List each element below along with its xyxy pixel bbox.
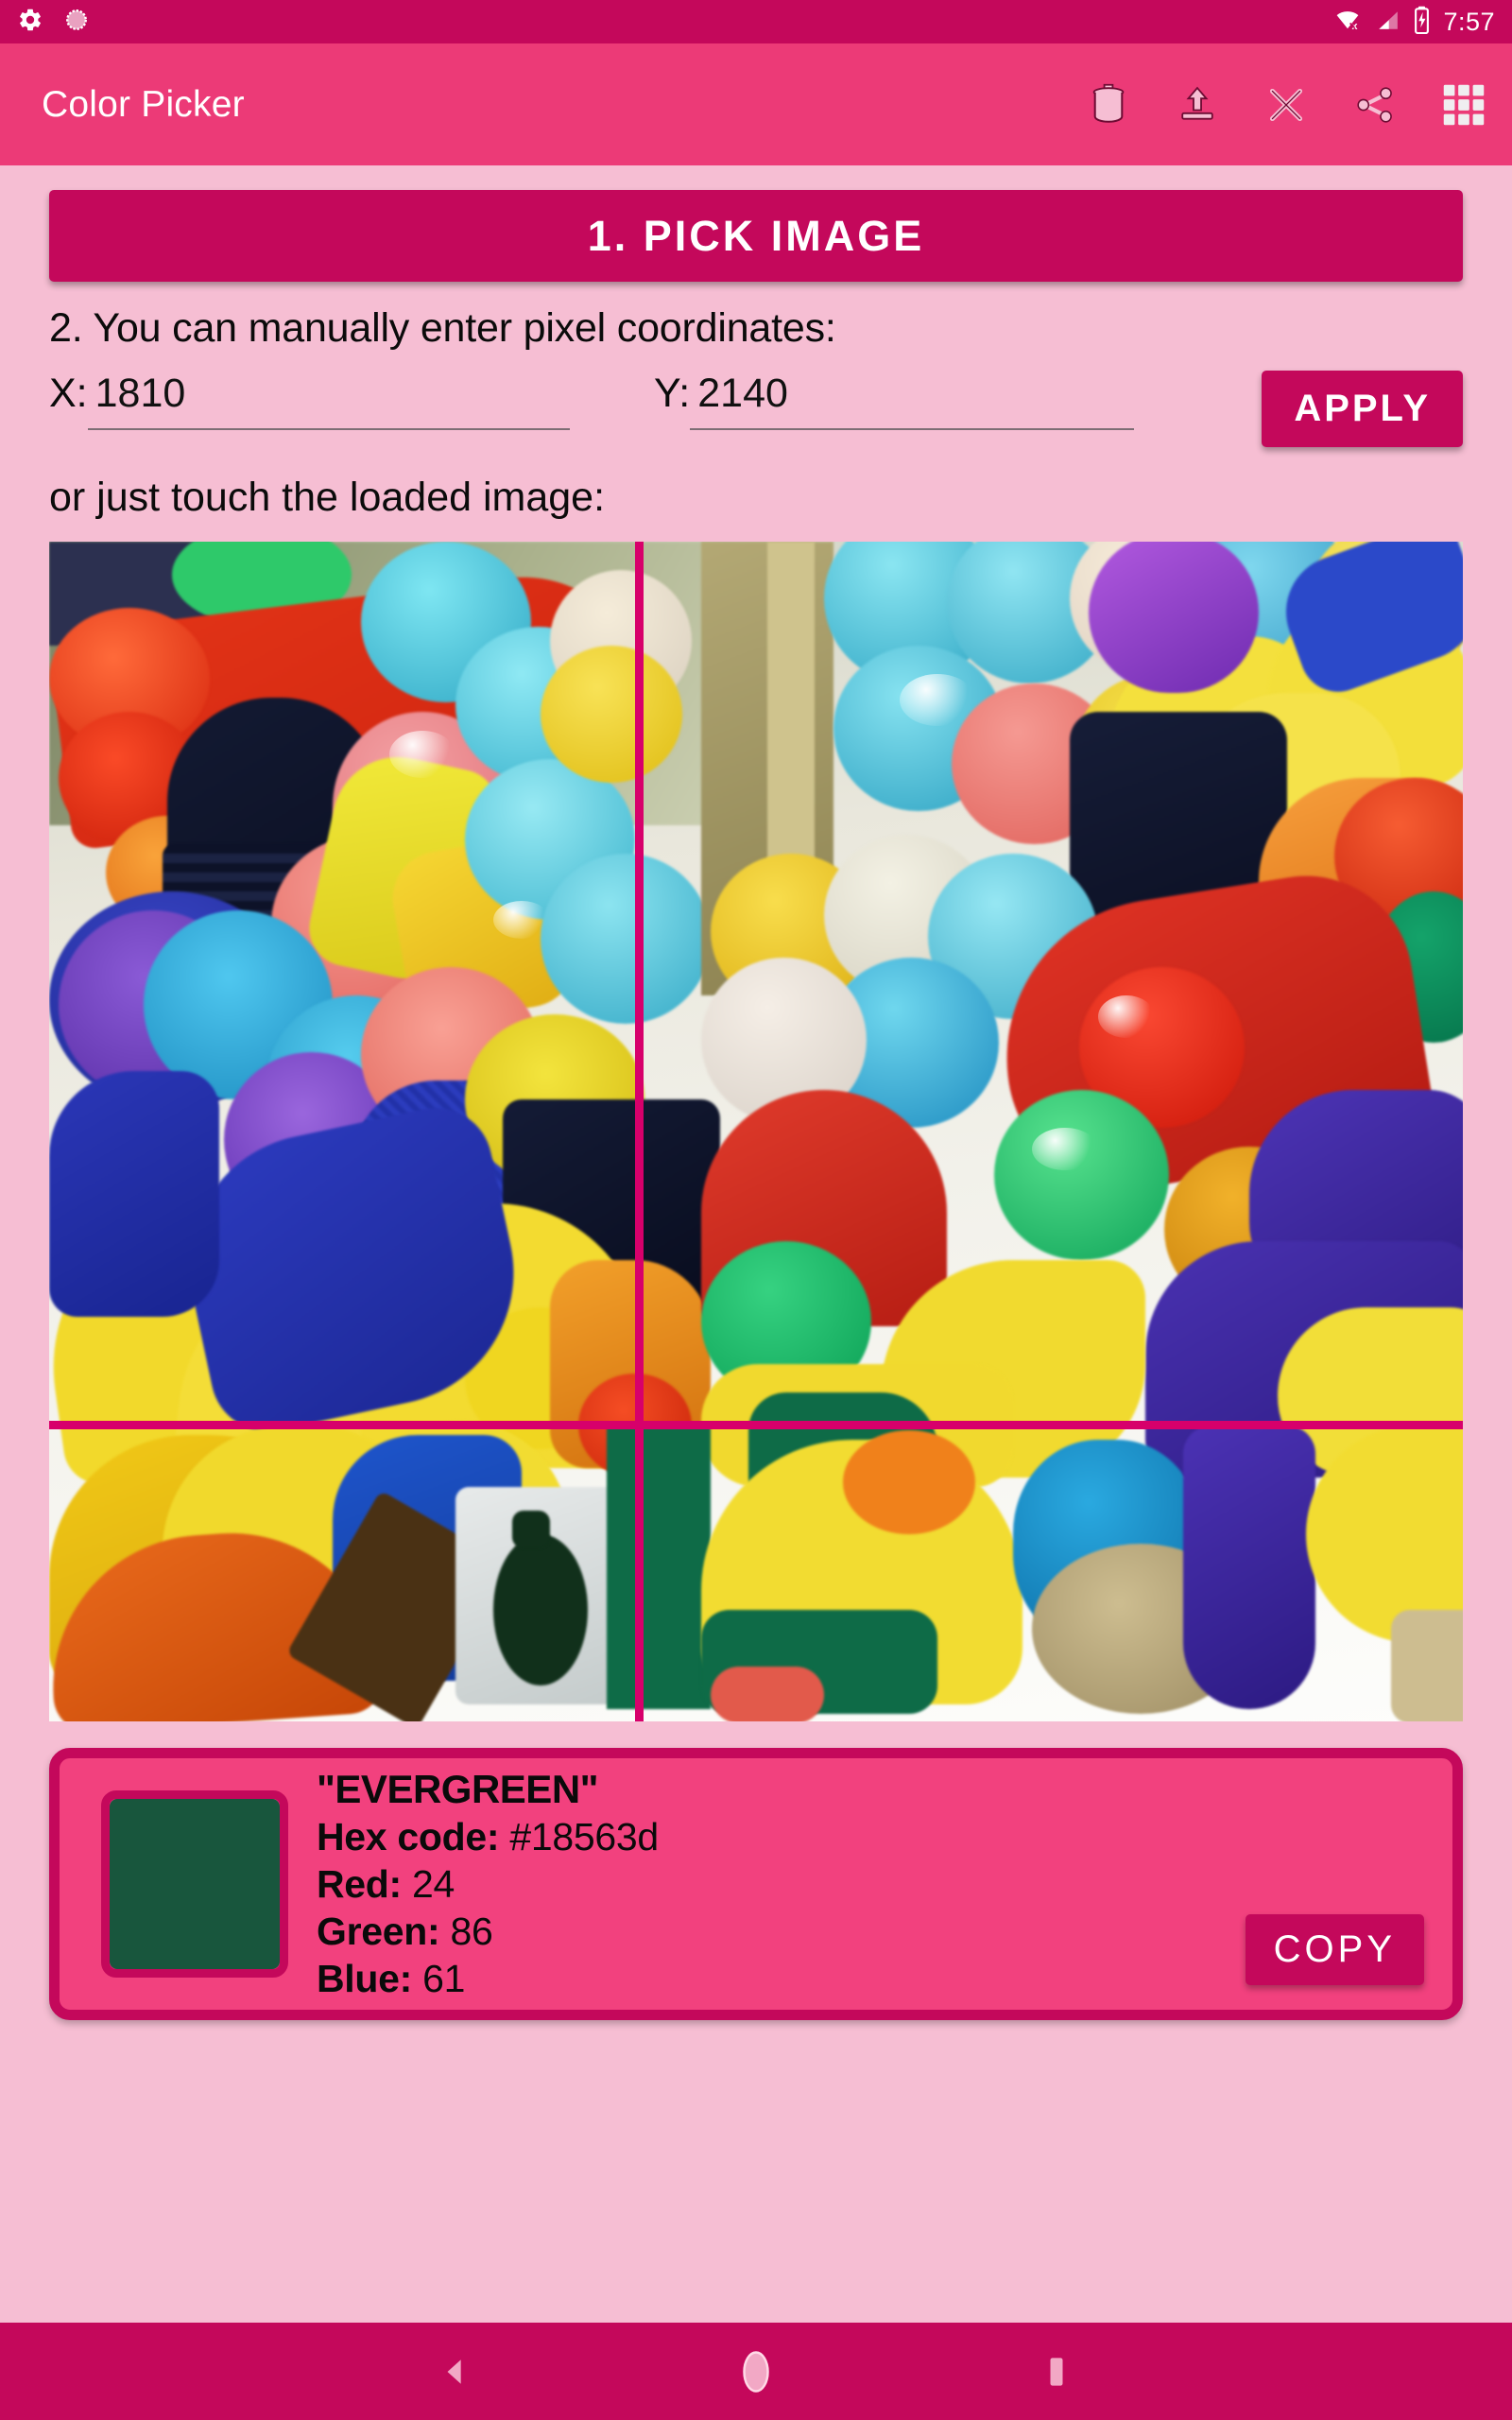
hex-code-line: Hex code: #18563d bbox=[317, 1815, 659, 1859]
y-label: Y: bbox=[654, 371, 691, 417]
app-title: Color Picker bbox=[42, 83, 245, 125]
status-bar: x 7:57 bbox=[0, 0, 1512, 43]
crosshair-horizontal-line bbox=[49, 1421, 1463, 1430]
status-bar-left-icons bbox=[17, 7, 89, 38]
color-result-card: "EVERGREEN" Hex code: #18563d Red: 24 Gr… bbox=[49, 1748, 1463, 2021]
x-coordinate-group: X: bbox=[49, 371, 616, 431]
blue-label: Blue: bbox=[317, 1957, 413, 2001]
pick-image-button[interactable]: 1. PICK IMAGE bbox=[49, 190, 1463, 282]
app-bar-actions bbox=[1083, 79, 1489, 130]
back-button[interactable] bbox=[427, 2343, 484, 2400]
home-button[interactable] bbox=[728, 2343, 784, 2400]
navigation-bar bbox=[0, 2323, 1512, 2420]
coordinate-row: X: Y: APPLY bbox=[49, 371, 1463, 465]
red-label: Red: bbox=[317, 1862, 402, 1907]
signal-icon bbox=[1374, 8, 1400, 37]
color-name: "EVERGREEN" bbox=[317, 1767, 599, 1812]
loaded-image-canvas[interactable] bbox=[49, 542, 1463, 1722]
blue-value: 61 bbox=[422, 1957, 466, 2001]
app-bar: Color Picker bbox=[0, 43, 1512, 165]
red-line: Red: 24 bbox=[317, 1862, 659, 1907]
status-bar-right-icons: x 7:57 bbox=[1333, 6, 1495, 39]
hex-code-value: #18563d bbox=[509, 1815, 659, 1859]
loaded-photo bbox=[49, 542, 1463, 1722]
x-label: X: bbox=[49, 371, 88, 417]
green-value: 86 bbox=[450, 1910, 493, 1954]
status-bar-clock: 7:57 bbox=[1443, 7, 1495, 36]
wifi-off-icon: x bbox=[1333, 8, 1362, 37]
close-icon[interactable] bbox=[1261, 79, 1312, 130]
red-value: 24 bbox=[412, 1862, 455, 1907]
hex-code-label: Hex code: bbox=[317, 1815, 500, 1859]
recents-button[interactable] bbox=[1028, 2343, 1085, 2400]
y-input[interactable] bbox=[690, 371, 1135, 431]
y-coordinate-group: Y: bbox=[654, 371, 1183, 431]
instruction-touch-image: or just touch the loaded image: bbox=[49, 475, 606, 521]
settings-icon bbox=[17, 7, 43, 38]
upload-icon[interactable] bbox=[1172, 79, 1223, 130]
share-icon[interactable] bbox=[1349, 79, 1400, 130]
x-input[interactable] bbox=[87, 371, 570, 431]
green-label: Green: bbox=[317, 1910, 440, 1954]
sync-icon bbox=[64, 8, 89, 37]
green-line: Green: 86 bbox=[317, 1910, 659, 1954]
color-info: "EVERGREEN" Hex code: #18563d Red: 24 Gr… bbox=[317, 1767, 659, 2001]
grid-icon[interactable] bbox=[1438, 79, 1489, 130]
delete-icon[interactable] bbox=[1083, 79, 1134, 130]
instruction-manual-coords: 2. You can manually enter pixel coordina… bbox=[49, 305, 836, 351]
battery-charging-icon bbox=[1413, 6, 1431, 39]
crosshair-vertical-line bbox=[635, 542, 644, 1722]
color-swatch-frame bbox=[101, 1790, 288, 1979]
blue-line: Blue: 61 bbox=[317, 1957, 659, 2001]
apply-button[interactable]: APPLY bbox=[1262, 371, 1463, 448]
color-swatch bbox=[110, 1799, 280, 1970]
main-content: 1. PICK IMAGE 2. You can manually enter … bbox=[0, 165, 1512, 2323]
copy-button[interactable]: COPY bbox=[1245, 1914, 1424, 1986]
